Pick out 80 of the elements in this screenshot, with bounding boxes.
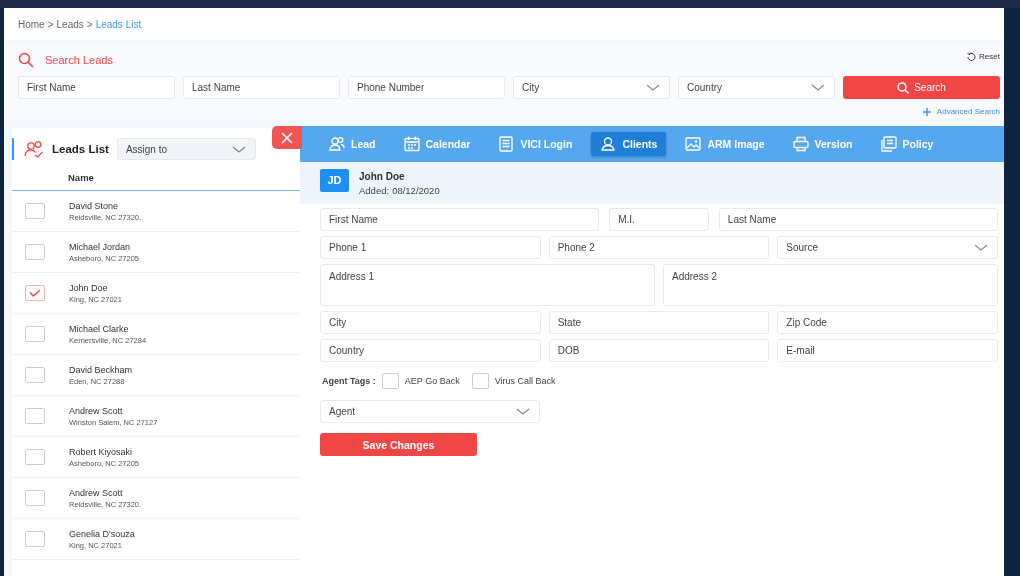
users-icon: [24, 140, 44, 158]
calendar-icon: [403, 136, 420, 152]
user-icon: [600, 136, 617, 152]
users-icon: [329, 136, 345, 152]
avatar: JD: [320, 168, 349, 192]
checkbox[interactable]: [25, 449, 45, 465]
leads-list-title: Leads List: [52, 143, 109, 155]
chevron-down-icon: [973, 243, 989, 252]
select-field[interactable]: City: [513, 76, 670, 99]
checkbox[interactable]: [471, 373, 489, 389]
checkbox[interactable]: [25, 326, 45, 342]
plus-icon: [922, 107, 931, 116]
input-field[interactable]: Phone 1: [320, 236, 541, 259]
checkbox-label: AEP Go Back: [404, 376, 460, 386]
printer-icon: [792, 136, 809, 152]
checkbox[interactable]: [25, 531, 45, 547]
checkbox-label: Virus Call Back: [494, 376, 556, 386]
search-icon: [897, 81, 910, 94]
input-field[interactable]: Last Name: [183, 76, 340, 99]
breadcrumb-separator: >: [86, 18, 93, 30]
save-button[interactable]: Save Changes: [320, 433, 477, 456]
lead-name: Robert Kiyosaki: [69, 446, 134, 457]
text-area[interactable]: Address 1: [320, 264, 655, 306]
input-field[interactable]: M.I.: [609, 208, 709, 231]
search-title: Search Leads: [45, 54, 114, 66]
chevron-down-icon: [645, 83, 661, 92]
reset-link[interactable]: Reset: [967, 51, 1000, 61]
select-field[interactable]: Country: [678, 76, 835, 99]
chevron-down-icon: [515, 407, 531, 416]
input-field[interactable]: City: [320, 311, 541, 334]
input-field[interactable]: Phone 2: [548, 236, 770, 259]
chevron-down-icon: [230, 144, 247, 154]
client-name: John Doe: [359, 170, 406, 182]
text-area[interactable]: Address 2: [663, 264, 998, 306]
input-field[interactable]: First Name: [320, 208, 600, 231]
tab[interactable]: Clients: [591, 132, 667, 156]
input-field[interactable]: E-mail: [777, 339, 998, 362]
checkbox[interactable]: [25, 490, 45, 506]
select-field[interactable]: Source: [777, 236, 998, 259]
select-field[interactable]: Agent: [320, 400, 540, 423]
chevron-down-icon: [810, 83, 826, 92]
added-date: 08/12/2020: [392, 184, 440, 196]
checkbox[interactable]: [25, 408, 45, 424]
image-icon: [685, 136, 702, 152]
assign-select[interactable]: Assign to: [116, 138, 256, 160]
check-icon: [29, 289, 41, 297]
breadcrumb-link[interactable]: Leads: [56, 18, 84, 30]
added-label: Added:: [359, 184, 390, 196]
checkbox[interactable]: [381, 373, 399, 389]
input-field[interactable]: Last Name: [718, 208, 998, 231]
input-field[interactable]: Country: [320, 339, 541, 362]
document-icon: [498, 136, 515, 152]
checkbox[interactable]: [25, 203, 45, 219]
accent-bar: [12, 138, 14, 160]
breadcrumb-link[interactable]: Home: [18, 18, 45, 30]
column-header: Name: [68, 171, 94, 183]
lead-name: Andrew Scott: [69, 487, 124, 498]
lead-name: Michael Jordan: [69, 241, 132, 252]
input-field[interactable]: Zip Code: [777, 311, 998, 334]
checkbox[interactable]: [25, 285, 45, 301]
breadcrumb-separator: >: [47, 18, 54, 30]
lead-name: David Beckham: [69, 364, 133, 375]
lead-name: Andrew Scott: [69, 405, 124, 416]
lead-name: David Stone: [69, 200, 120, 211]
search-button[interactable]: Search: [843, 76, 1000, 99]
close-button[interactable]: [272, 126, 302, 149]
checkbox[interactable]: [25, 244, 45, 260]
agent-tags-label: Agent Tags :: [322, 376, 376, 386]
lead-name: Genelia D'souza: [69, 528, 135, 539]
lead-name: John Doe: [69, 282, 109, 293]
lead-name: Michael Clarke: [69, 323, 130, 334]
search-icon: [18, 52, 34, 68]
input-field[interactable]: State: [548, 311, 770, 334]
input-field[interactable]: First Name: [18, 76, 175, 99]
input-field[interactable]: DOB: [548, 339, 770, 362]
reset-icon: [967, 51, 977, 61]
documents-icon: [880, 136, 897, 152]
close-icon: [281, 131, 293, 144]
input-field[interactable]: Phone Number: [348, 76, 505, 99]
checkbox[interactable]: [25, 367, 45, 383]
